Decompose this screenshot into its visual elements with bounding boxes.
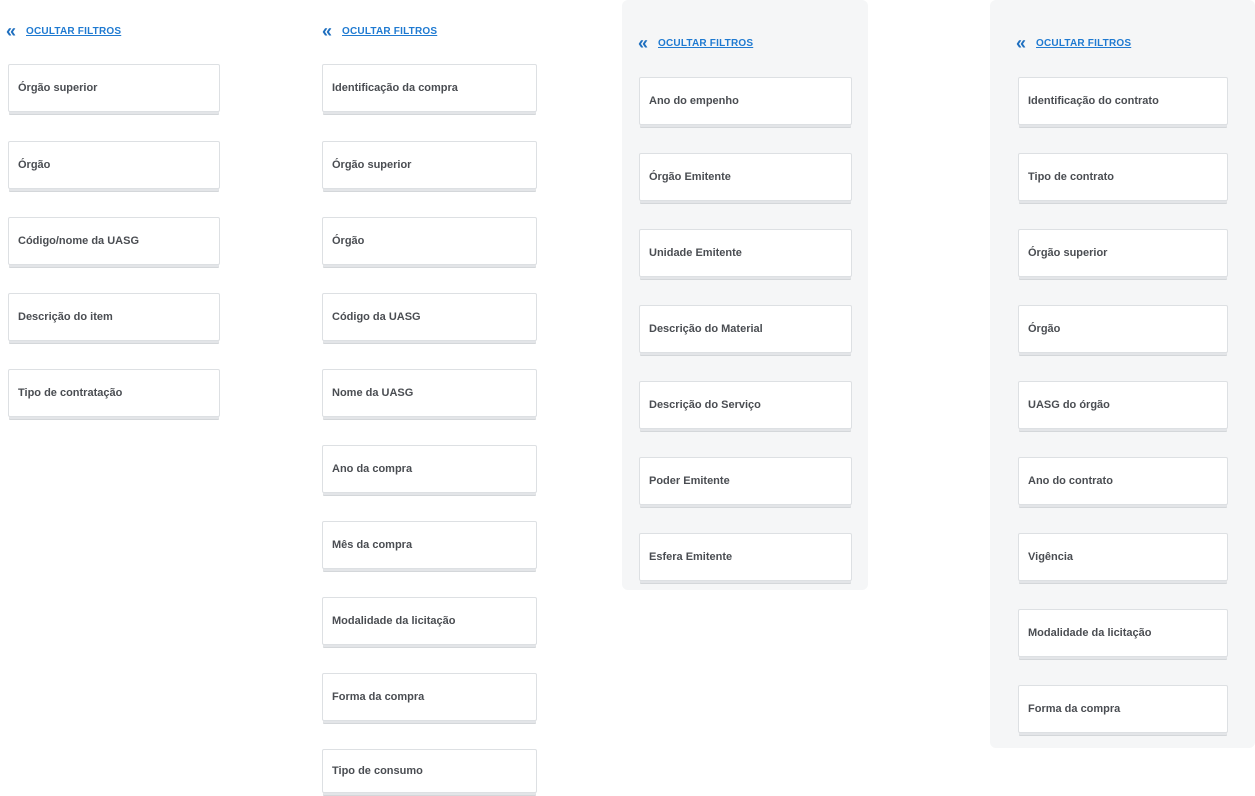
filter-tipo-contrato[interactable]: Tipo de contrato [1018, 153, 1228, 201]
filter-modalidade-licitacao[interactable]: Modalidade da licitação [1018, 609, 1228, 657]
hide-filters-label: OCULTAR FILTROS [26, 25, 122, 37]
filter-ano-empenho[interactable]: Ano do empenho [639, 77, 852, 125]
filter-unidade-emitente[interactable]: Unidade Emitente [639, 229, 852, 277]
filter-orgao-emitente[interactable]: Órgão Emitente [639, 153, 852, 201]
filter-uasg-orgao[interactable]: UASG do órgão [1018, 381, 1228, 429]
filter-orgao-superior[interactable]: Órgão superior [8, 64, 220, 112]
filter-esfera-emitente[interactable]: Esfera Emitente [639, 533, 852, 581]
filter-orgao[interactable]: Órgão [322, 217, 537, 265]
filter-codigo-uasg[interactable]: Código da UASG [322, 293, 537, 341]
filter-tipo-contratacao[interactable]: Tipo de contratação [8, 369, 220, 417]
double-chevron-left-icon: « [1016, 33, 1027, 53]
filter-panel-3: « OCULTAR FILTROS Ano do empenho Órgão E… [622, 0, 868, 590]
filter-forma-compra[interactable]: Forma da compra [322, 673, 537, 721]
filter-identificacao-compra[interactable]: Identificação da compra [322, 64, 537, 112]
filter-vigencia[interactable]: Vigência [1018, 533, 1228, 581]
filter-nome-uasg[interactable]: Nome da UASG [322, 369, 537, 417]
filter-orgao[interactable]: Órgão [8, 141, 220, 189]
hide-filters-toggle[interactable]: « OCULTAR FILTROS [1016, 34, 1131, 52]
filter-poder-emitente[interactable]: Poder Emitente [639, 457, 852, 505]
filter-mes-compra[interactable]: Mês da compra [322, 521, 537, 569]
hide-filters-label: OCULTAR FILTROS [1036, 37, 1132, 49]
filter-descricao-item[interactable]: Descrição do item [8, 293, 220, 341]
hide-filters-label: OCULTAR FILTROS [658, 37, 754, 49]
filter-orgao-superior[interactable]: Órgão superior [1018, 229, 1228, 277]
filter-descricao-material[interactable]: Descrição do Material [639, 305, 852, 353]
filter-identificacao-contrato[interactable]: Identificação do contrato [1018, 77, 1228, 125]
filter-orgao[interactable]: Órgão [1018, 305, 1228, 353]
filter-orgao-superior[interactable]: Órgão superior [322, 141, 537, 189]
filter-codigo-nome-uasg[interactable]: Código/nome da UASG [8, 217, 220, 265]
double-chevron-left-icon: « [322, 21, 333, 41]
filter-forma-compra[interactable]: Forma da compra [1018, 685, 1228, 733]
filter-modalidade-licitacao[interactable]: Modalidade da licitação [322, 597, 537, 645]
hide-filters-toggle[interactable]: « OCULTAR FILTROS [6, 22, 121, 40]
filter-descricao-servico[interactable]: Descrição do Serviço [639, 381, 852, 429]
double-chevron-left-icon: « [6, 21, 17, 41]
filter-tipo-consumo[interactable]: Tipo de consumo [322, 749, 537, 793]
hide-filters-toggle[interactable]: « OCULTAR FILTROS [322, 22, 437, 40]
filter-ano-compra[interactable]: Ano da compra [322, 445, 537, 493]
double-chevron-left-icon: « [638, 33, 649, 53]
hide-filters-toggle[interactable]: « OCULTAR FILTROS [638, 34, 753, 52]
filter-ano-contrato[interactable]: Ano do contrato [1018, 457, 1228, 505]
filter-panel-4: « OCULTAR FILTROS Identificação do contr… [990, 0, 1255, 748]
hide-filters-label: OCULTAR FILTROS [342, 25, 438, 37]
